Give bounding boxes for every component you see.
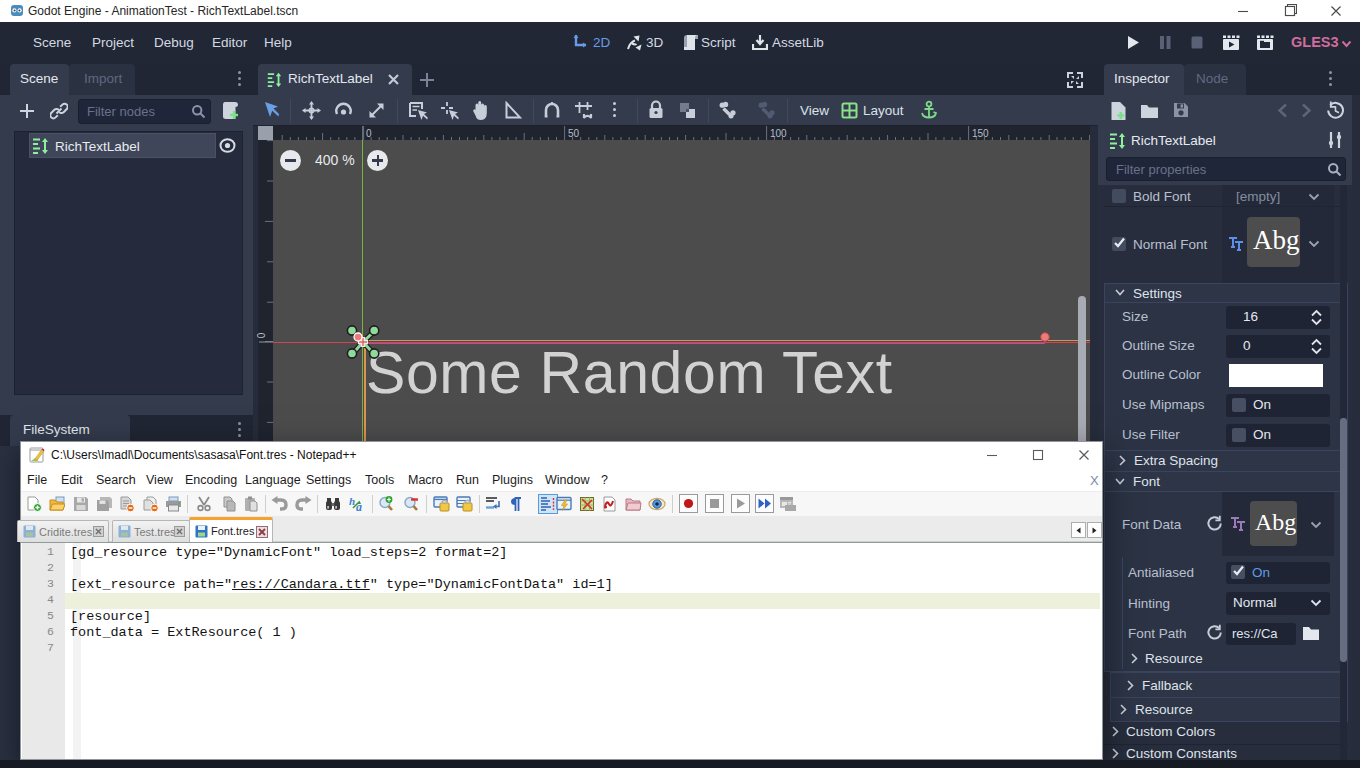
svg-text:h: h: [349, 496, 355, 507]
